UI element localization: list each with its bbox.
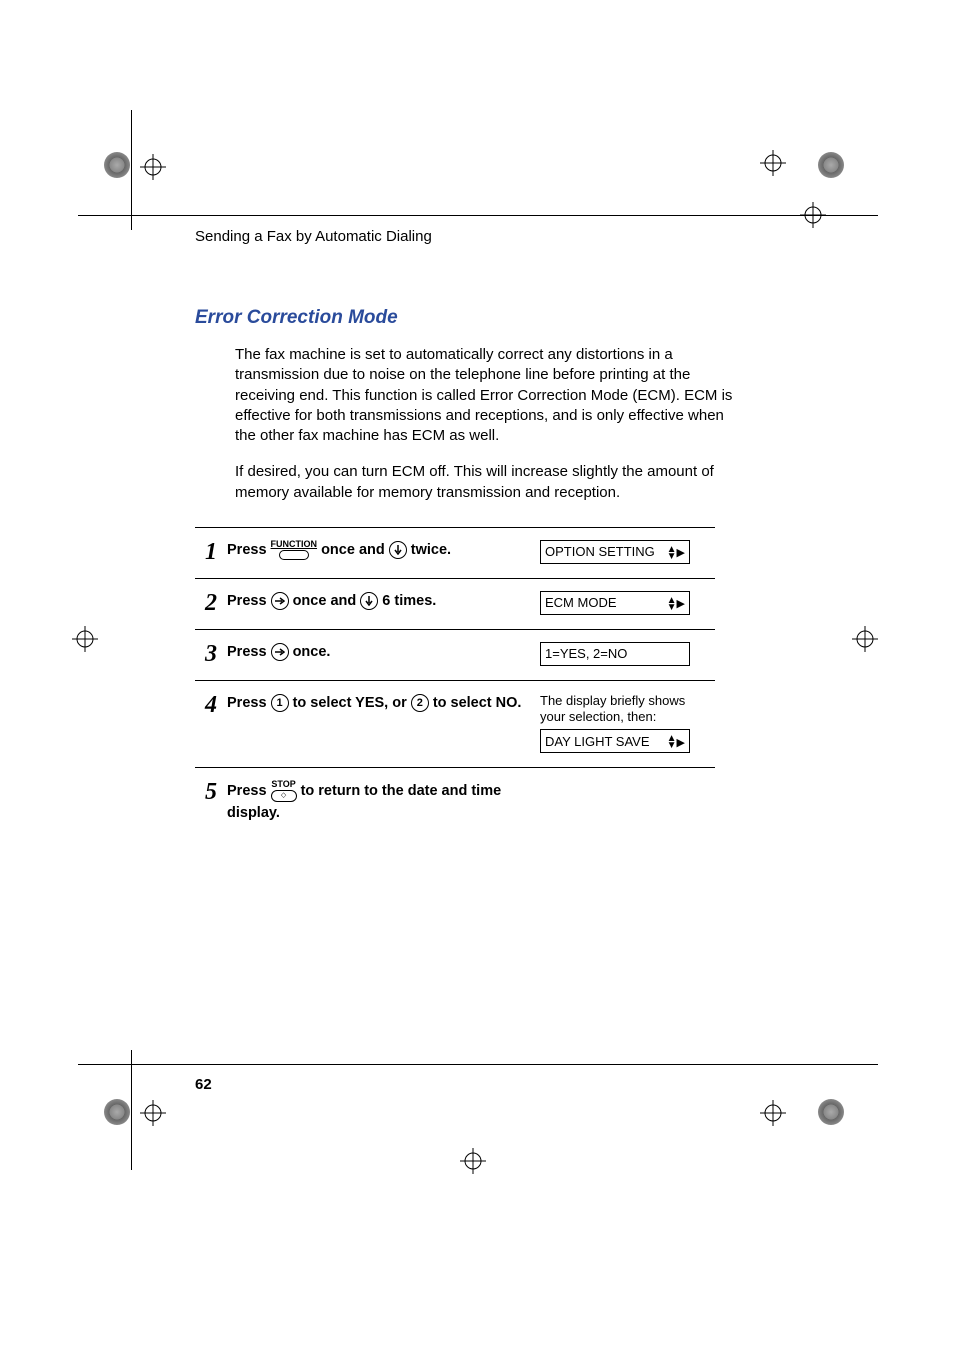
crop-disc-icon <box>104 1099 130 1125</box>
register-icon <box>140 1100 166 1126</box>
register-icon <box>140 154 166 180</box>
digit-key-icon: 2 <box>411 694 429 712</box>
crop-disc-icon <box>104 152 130 178</box>
content-area: Sending a Fax by Automatic Dialing Error… <box>195 228 755 839</box>
text: Press <box>227 695 267 711</box>
right-key-icon <box>271 643 289 661</box>
step-row: 1 Press FUNCTION once and twice. OPTIO <box>195 528 715 579</box>
crop-disc-icon <box>818 1099 844 1125</box>
steps-table: 1 Press FUNCTION once and twice. OPTIO <box>195 527 715 839</box>
text: to select YES, or <box>293 695 407 711</box>
right-key-icon <box>271 592 289 610</box>
text: 6 times. <box>382 593 436 609</box>
step-instruction: Press FUNCTION once and twice. <box>227 540 522 562</box>
text: twice. <box>411 542 451 558</box>
display-text: 1=YES, 2=NO <box>545 646 627 661</box>
key-label: STOP <box>271 779 295 789</box>
register-icon <box>760 1100 786 1126</box>
register-icon <box>72 626 98 652</box>
text: Press <box>227 542 267 558</box>
text: to select NO. <box>433 695 522 711</box>
display-note: The display briefly shows your selection… <box>540 693 695 726</box>
register-icon <box>760 150 786 176</box>
step-instruction: Press once and 6 times. <box>227 591 522 613</box>
step-number: 4 <box>195 693 227 717</box>
crop-line-icon <box>131 1050 132 1170</box>
lcd-display: OPTION SETTING ▲▼▶ <box>540 540 690 564</box>
down-key-icon <box>360 592 378 610</box>
display-text: ECM MODE <box>545 595 617 610</box>
text: once. <box>293 644 331 660</box>
nav-arrows-icon: ▲▼▶ <box>667 595 685 611</box>
text: to return to the date and time display. <box>227 783 501 821</box>
text: Press <box>227 593 267 609</box>
step-instruction: Press once. <box>227 642 522 664</box>
step-number: 5 <box>195 780 227 804</box>
text: Press <box>227 644 267 660</box>
step-row: 5 Press STOP to return to the date and t… <box>195 768 715 838</box>
crop-line-icon <box>78 1064 878 1065</box>
nav-arrows-icon: ▲▼▶ <box>667 544 685 560</box>
display-text: DAY LIGHT SAVE <box>545 734 650 749</box>
display-text: OPTION SETTING <box>545 544 655 559</box>
nav-arrows-icon: ▲▼▶ <box>667 733 685 749</box>
running-header: Sending a Fax by Automatic Dialing <box>195 228 755 245</box>
step-row: 3 Press once. 1=YES, 2=NO <box>195 630 715 681</box>
page: Sending a Fax by Automatic Dialing Error… <box>0 0 954 1351</box>
step-row: 4 Press 1 to select YES, or 2 to select … <box>195 681 715 769</box>
crop-disc-icon <box>818 152 844 178</box>
step-number: 1 <box>195 540 227 564</box>
down-key-icon <box>389 541 407 559</box>
lcd-display: 1=YES, 2=NO <box>540 642 690 666</box>
step-number: 2 <box>195 591 227 615</box>
digit-key-icon: 1 <box>271 694 289 712</box>
step-number: 3 <box>195 642 227 666</box>
register-icon <box>852 626 878 652</box>
register-icon <box>460 1148 486 1174</box>
lcd-display: ECM MODE ▲▼▶ <box>540 591 690 615</box>
lcd-display: DAY LIGHT SAVE ▲▼▶ <box>540 729 690 753</box>
key-label: FUNCTION <box>271 539 318 549</box>
crop-line-icon <box>131 110 132 230</box>
function-key-icon: FUNCTION <box>271 540 318 560</box>
text: once and <box>321 542 385 558</box>
paragraph: The fax machine is set to automatically … <box>235 345 735 446</box>
step-instruction: Press STOP to return to the date and tim… <box>227 780 522 824</box>
crop-line-icon <box>78 215 878 216</box>
text: Press <box>227 783 267 799</box>
step-row: 2 Press once and 6 times. ECM MODE ▲▼▶ <box>195 579 715 630</box>
stop-key-icon: STOP <box>271 780 297 802</box>
page-number: 62 <box>195 1076 212 1093</box>
section-title: Error Correction Mode <box>195 307 755 329</box>
step-instruction: Press 1 to select YES, or 2 to select NO… <box>227 693 522 715</box>
text: once and <box>293 593 357 609</box>
paragraph: If desired, you can turn ECM off. This w… <box>235 462 735 503</box>
